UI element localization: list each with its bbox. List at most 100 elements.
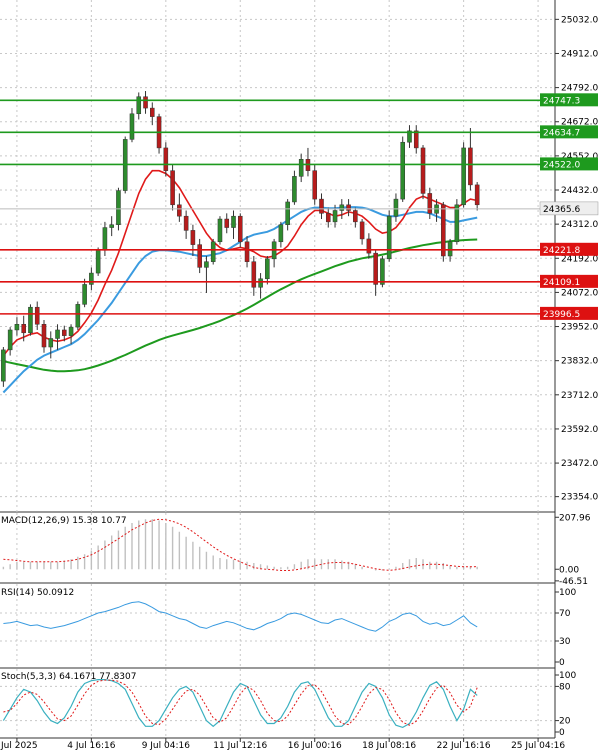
x-tick-label: 16 Jul 00:16 xyxy=(288,741,342,751)
candle-body xyxy=(217,218,223,243)
price-level-label: 24522.0 xyxy=(543,160,580,170)
candle-body xyxy=(34,306,40,325)
x-tick-label: 18 Jul 08:16 xyxy=(362,741,416,751)
price-level-label: 24221.8 xyxy=(543,246,580,256)
price-tick-label: 24312.0 xyxy=(561,220,598,230)
price-tick-label: 23952.0 xyxy=(561,323,598,333)
candle-body xyxy=(353,210,358,223)
rsi-line xyxy=(3,601,478,632)
candle-body xyxy=(237,215,243,243)
candle-body xyxy=(150,107,155,117)
candle-body xyxy=(265,258,270,280)
price-level-label: 24634.7 xyxy=(543,128,580,138)
macd-tick-label: 0.00 xyxy=(559,565,579,575)
candle-body xyxy=(447,241,453,257)
x-tick-label: 4 Jul 16:16 xyxy=(67,741,116,751)
candle-body xyxy=(102,227,108,251)
candle-body xyxy=(346,204,351,211)
candle-body xyxy=(441,204,446,257)
candle-body xyxy=(319,198,324,214)
candle-body xyxy=(75,304,81,328)
price-tick-label: 23832.0 xyxy=(561,357,598,367)
candle-body xyxy=(95,250,101,274)
candle-body xyxy=(292,176,297,203)
candle-body xyxy=(190,230,196,245)
stoch-tick-label: 0 xyxy=(559,728,565,738)
candle-body xyxy=(461,147,466,206)
candle-body xyxy=(359,221,365,240)
price-tick-label: 23354.0 xyxy=(561,493,598,503)
price-level-label: 23996.5 xyxy=(543,310,580,320)
candle-body xyxy=(278,224,284,243)
candle-body xyxy=(48,338,54,348)
candle-body xyxy=(28,306,33,334)
price-tick-label: 23592.0 xyxy=(561,425,598,435)
macd-panel-label: MACD(12,26,9) 15.38 10.77 xyxy=(1,516,127,526)
candle-body xyxy=(14,324,20,331)
chart-svg: 25032.024912.024792.024672.024552.024432… xyxy=(0,0,598,751)
candle-body xyxy=(177,204,182,217)
price-tick-label: 23712.0 xyxy=(561,391,598,401)
price-level-label: 24109.1 xyxy=(543,278,580,288)
candle-body xyxy=(251,261,257,288)
candle-body xyxy=(136,96,142,115)
candle-body xyxy=(244,241,250,262)
candle-body xyxy=(420,147,426,194)
candle-body xyxy=(427,193,433,214)
candle-body xyxy=(474,184,480,206)
x-tick-label: Jul 2025 xyxy=(0,741,38,751)
candle-body xyxy=(109,224,114,228)
stoch-tick-label: 100 xyxy=(559,671,576,681)
price-tick-label: 25032.0 xyxy=(561,15,598,25)
price-level-label: 24747.3 xyxy=(543,96,580,106)
price-tick-label: 24792.0 xyxy=(561,84,598,94)
candle-body xyxy=(89,272,94,285)
candle-body xyxy=(183,215,189,231)
stoch-tick-label: 80 xyxy=(559,682,571,692)
candle-body xyxy=(82,284,87,305)
candle-body xyxy=(231,215,236,228)
x-tick-label: 11 Jul 12:16 xyxy=(213,741,267,751)
price-tick-label: 24072.0 xyxy=(561,288,598,298)
rsi-panel-label: RSI(14) 50.0912 xyxy=(1,588,74,598)
price-tick-label: 24432.0 xyxy=(561,186,598,196)
rsi-tick-label: 0 xyxy=(559,658,565,668)
chart-root: 25032.0 24912.0 24792.0 24672.0 24552.0 24432… xyxy=(0,0,600,751)
candle-body xyxy=(116,190,121,225)
candle-body xyxy=(413,130,419,149)
x-tick-label: 22 Jul 16:16 xyxy=(437,741,491,751)
macd-tick-label: 207.96 xyxy=(559,513,591,523)
current-price-label: 24365.6 xyxy=(543,205,580,215)
candle-body xyxy=(68,326,74,336)
rsi-tick-label: 30 xyxy=(559,637,571,647)
candle-body xyxy=(393,198,399,217)
macd-tick-label: -46.51 xyxy=(559,577,588,587)
candle-body xyxy=(468,147,473,186)
candle-body xyxy=(312,170,318,200)
candle-body xyxy=(163,147,169,171)
price-tick-label: 24912.0 xyxy=(561,49,598,59)
candle-body xyxy=(55,329,60,339)
candle-body xyxy=(380,258,385,285)
candle-body xyxy=(332,210,338,223)
candle-body xyxy=(129,113,135,140)
candle-body xyxy=(143,96,148,109)
candle-body xyxy=(7,329,13,351)
candle-body xyxy=(454,204,460,243)
candle-body xyxy=(400,141,405,200)
candle-body xyxy=(339,204,345,211)
candle-body xyxy=(285,201,290,225)
rsi-tick-label: 100 xyxy=(559,588,576,598)
stoch-panel-label: Stoch(5,3,3) 64.1671 77.8307 xyxy=(1,672,136,682)
candle-body xyxy=(325,213,331,223)
candle-body xyxy=(298,159,304,177)
candle-body xyxy=(224,218,230,228)
candle-body xyxy=(204,261,209,268)
candle-body xyxy=(386,215,392,260)
ma-fast-line xyxy=(2,169,478,357)
candle-body xyxy=(41,324,47,348)
candle-body xyxy=(366,238,372,254)
candle-body xyxy=(62,329,67,336)
stoch-tick-label: 20 xyxy=(559,717,571,727)
price-tick-label: 23472.0 xyxy=(561,459,598,469)
